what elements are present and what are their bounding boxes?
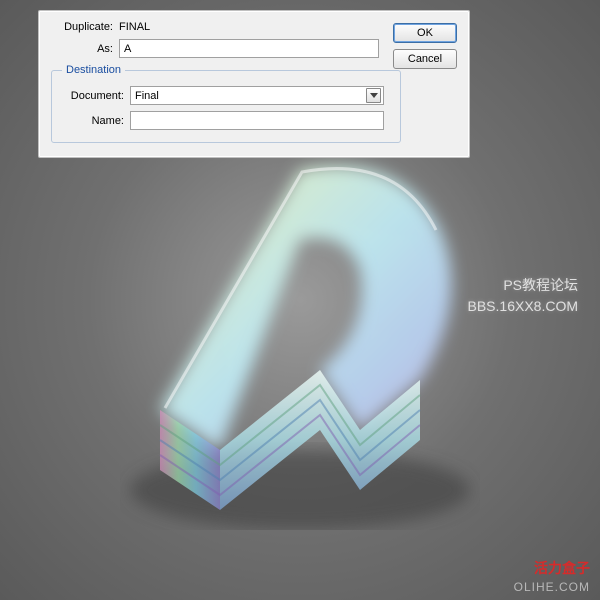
background-3d-artwork [120,150,480,530]
duplicate-dialog: Duplicate: FINAL As: Destination Documen… [38,10,470,158]
as-label: As: [51,43,119,55]
duplicate-label: Duplicate: [51,21,119,33]
watermark-line1: PS教程论坛 [468,275,579,296]
name-input[interactable] [130,111,384,130]
destination-legend: Destination [62,64,125,76]
name-label: Name: [62,115,130,127]
watermark-line2: BBS.16XX8.COM [468,296,579,317]
document-select[interactable]: Final [130,86,384,105]
watermark-forum: PS教程论坛 BBS.16XX8.COM [468,275,579,317]
watermark-brand: 活力盒子 [534,558,590,578]
document-select-value: Final [135,90,159,102]
document-label: Document: [62,90,130,102]
as-input[interactable] [119,39,379,58]
duplicate-value: FINAL [119,21,150,33]
ok-button[interactable]: OK [393,23,457,43]
cancel-button[interactable]: Cancel [393,49,457,69]
destination-fieldset: Destination Document: Final Name: [51,64,401,143]
watermark-url: OLIHE.COM [514,580,590,594]
chevron-down-icon [366,88,381,103]
